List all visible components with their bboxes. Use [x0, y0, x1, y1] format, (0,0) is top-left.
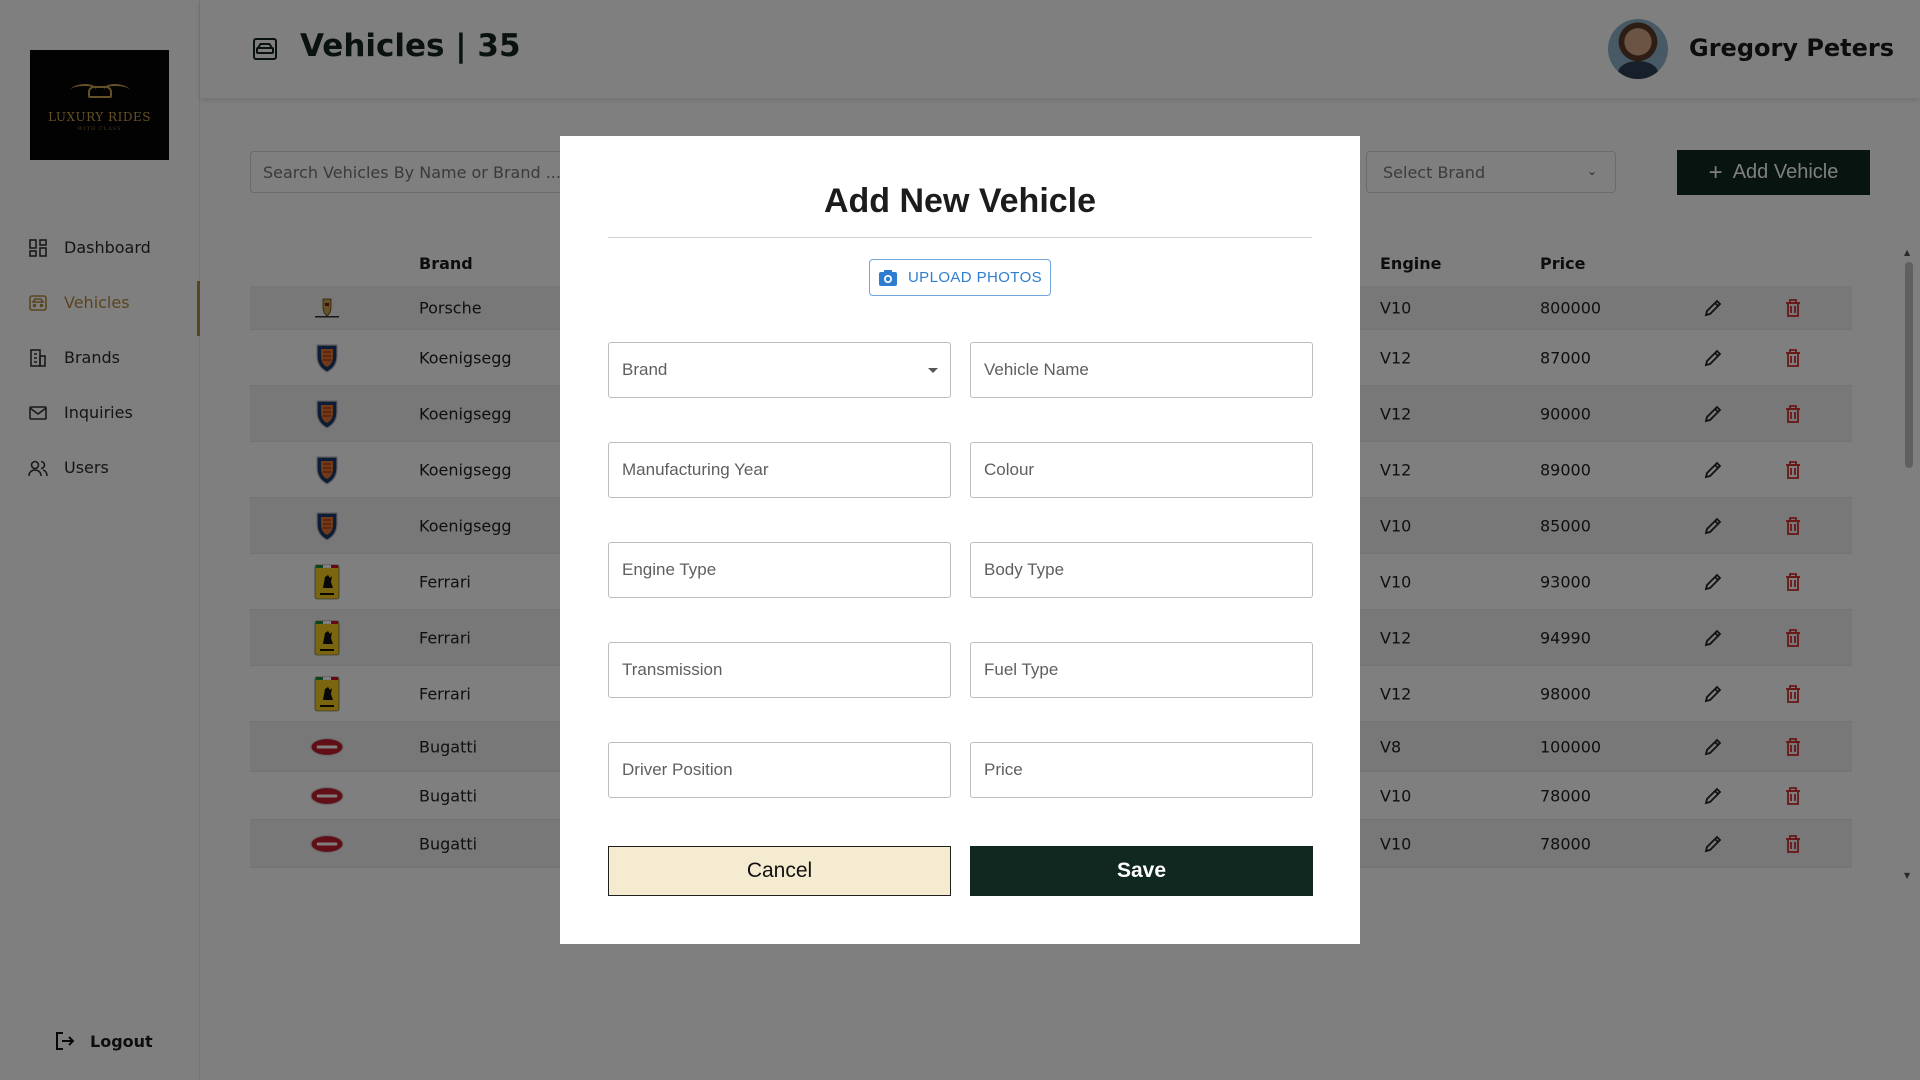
- modal-divider: [608, 237, 1312, 238]
- engine-type-input[interactable]: [608, 542, 951, 598]
- add-vehicle-modal: Add New Vehicle UPLOAD PHOTOS Brand Canc…: [560, 136, 1360, 944]
- save-button[interactable]: Save: [970, 846, 1313, 896]
- transmission-input[interactable]: [608, 642, 951, 698]
- dropdown-caret-icon: [928, 368, 938, 373]
- cancel-button[interactable]: Cancel: [608, 846, 951, 896]
- brand-select[interactable]: Brand: [608, 342, 951, 398]
- brand-select-label: Brand: [622, 360, 668, 379]
- driver-position-input[interactable]: [608, 742, 951, 798]
- colour-input[interactable]: [970, 442, 1313, 498]
- upload-photos-label: UPLOAD PHOTOS: [907, 269, 1043, 286]
- vehicle-name-input[interactable]: [970, 342, 1313, 398]
- body-type-input[interactable]: [970, 542, 1313, 598]
- price-input[interactable]: [970, 742, 1313, 798]
- modal-title: Add New Vehicle: [823, 182, 1097, 220]
- fuel-type-input[interactable]: [970, 642, 1313, 698]
- upload-photos-button[interactable]: UPLOAD PHOTOS: [869, 259, 1051, 296]
- camera-icon: [878, 269, 898, 287]
- manufacturing-year-input[interactable]: [608, 442, 951, 498]
